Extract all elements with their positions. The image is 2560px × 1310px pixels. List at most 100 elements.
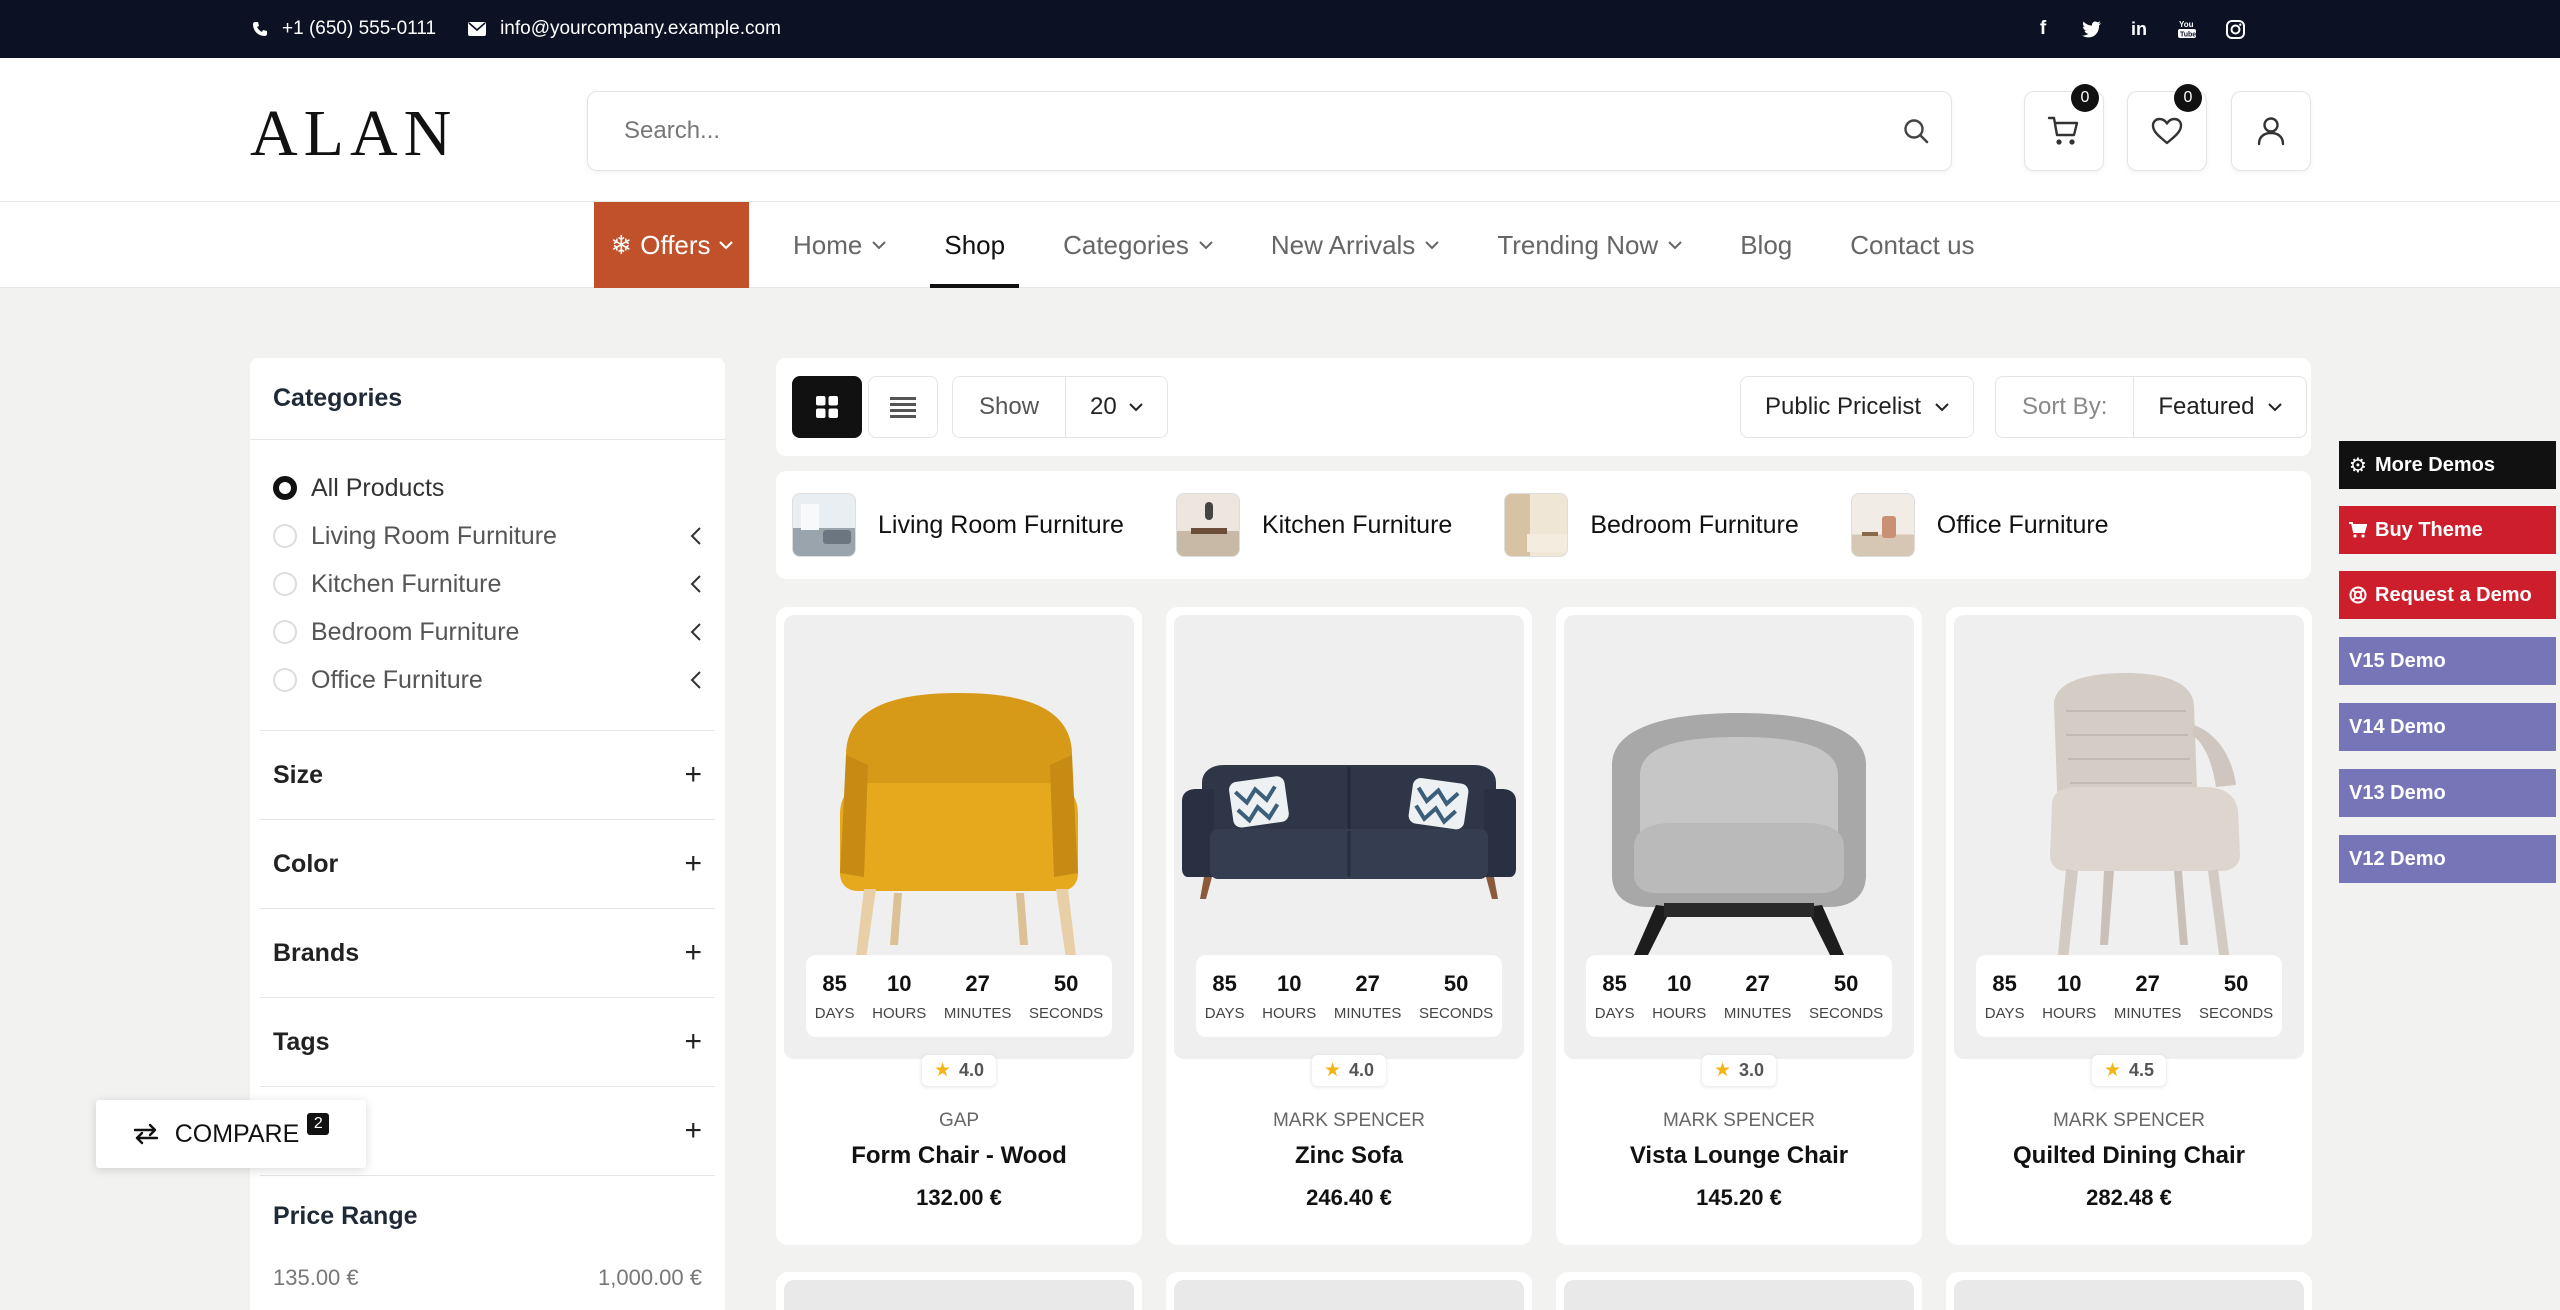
plus-icon[interactable]: + <box>684 1114 702 1148</box>
nav-item-categories[interactable]: Categories <box>1063 202 1213 288</box>
account-button[interactable] <box>2231 91 2311 171</box>
product-card[interactable]: 85 DAYS 10 HOURS 27 MINUTES 50 SECONDS ★ 4.5 … <box>1946 607 2312 1245</box>
star-icon: ★ <box>1713 1060 1732 1081</box>
chevron-left-icon[interactable] <box>690 526 702 546</box>
product-image[interactable] <box>784 1280 1134 1310</box>
facet-color[interactable]: Color + <box>260 819 715 908</box>
radio-button[interactable] <box>273 668 297 692</box>
nav-item-blog[interactable]: Blog <box>1740 202 1792 288</box>
category-chip-living-room[interactable]: Living Room Furniture <box>792 493 1124 557</box>
category-chip-bedroom[interactable]: Bedroom Furniture <box>1504 493 1799 557</box>
product-image[interactable]: 85 DAYS 10 HOURS 27 MINUTES 50 SECONDS <box>1174 615 1524 1059</box>
swap-icon <box>133 1123 158 1145</box>
plus-icon[interactable]: + <box>684 1025 702 1059</box>
site-logo[interactable]: ALAN <box>250 96 457 172</box>
v14-demo-button[interactable]: V14 Demo <box>2339 703 2556 751</box>
nav-item-new-arrivals[interactable]: New Arrivals <box>1271 202 1440 288</box>
v13-demo-button[interactable]: V13 Demo <box>2339 769 2556 817</box>
buy-theme-button[interactable]: Buy Theme <box>2339 506 2556 554</box>
compare-button[interactable]: COMPARE 2 <box>96 1100 366 1168</box>
product-card[interactable]: 85 DAYS 10 HOURS 27 MINUTES 50 SECONDS ★ 4.0 … <box>776 607 1142 1245</box>
radio-button[interactable] <box>273 524 297 548</box>
rating-value: 4.0 <box>959 1060 985 1080</box>
offers-menu[interactable]: ❄ Offers <box>594 202 749 288</box>
request-demo-button[interactable]: Request a Demo <box>2339 571 2556 619</box>
product-image[interactable]: 85 DAYS 10 HOURS 27 MINUTES 50 SECONDS <box>1564 615 1914 1059</box>
chevron-down-icon <box>1129 402 1143 411</box>
v12-demo-button[interactable]: V12 Demo <box>2339 835 2556 883</box>
search-input[interactable] <box>588 92 1881 170</box>
category-chip-kitchen[interactable]: Kitchen Furniture <box>1175 493 1452 557</box>
phone-item[interactable]: +1 (650) 555-0111 <box>252 18 436 40</box>
product-image[interactable] <box>1564 1280 1914 1310</box>
cart-button[interactable]: 0 <box>2024 84 2104 171</box>
category-item-living-room[interactable]: Living Room Furniture <box>273 512 702 560</box>
v15-demo-button[interactable]: V15 Demo <box>2339 637 2556 685</box>
grid-icon <box>816 396 838 418</box>
product-card[interactable] <box>1166 1272 1532 1310</box>
product-card[interactable] <box>1946 1272 2312 1310</box>
category-item-office[interactable]: Office Furniture <box>273 656 702 704</box>
show-per-page-select[interactable]: 20 <box>1066 393 1167 421</box>
plus-icon[interactable]: + <box>684 847 702 881</box>
more-demos-button[interactable]: ⚙ More Demos <box>2339 441 2556 489</box>
twitter-icon[interactable] <box>2078 16 2104 42</box>
product-image[interactable] <box>1174 1280 1524 1310</box>
list-view-button[interactable] <box>868 376 938 438</box>
product-image[interactable]: 85 DAYS 10 HOURS 27 MINUTES 50 SECONDS <box>784 615 1134 1059</box>
chevron-left-icon[interactable] <box>690 670 702 690</box>
nav-item-home[interactable]: Home <box>793 202 887 288</box>
product-card[interactable] <box>1556 1272 1922 1310</box>
main-nav: ❄ Offers Home Shop Categories New Arriva… <box>0 202 2560 288</box>
radio-button[interactable] <box>273 572 297 596</box>
plus-icon[interactable]: + <box>684 758 702 792</box>
grid-view-button[interactable] <box>792 376 862 438</box>
product-name[interactable]: Vista Lounge Chair <box>1556 1142 1922 1170</box>
product-name[interactable]: Form Chair - Wood <box>776 1142 1142 1170</box>
category-chip-office[interactable]: Office Furniture <box>1850 493 2109 557</box>
plus-icon[interactable]: + <box>684 936 702 970</box>
instagram-icon[interactable] <box>2222 16 2248 42</box>
lifebuoy-icon <box>2349 586 2367 604</box>
facet-tags[interactable]: Tags + <box>260 997 715 1086</box>
nav-item-trending-now[interactable]: Trending Now <box>1497 202 1682 288</box>
nav-links: Home Shop Categories New Arrivals Trendi… <box>793 202 1975 288</box>
product-card[interactable] <box>776 1272 1142 1310</box>
nav-item-shop[interactable]: Shop <box>930 202 1019 288</box>
sort-select[interactable]: Featured <box>2134 393 2306 421</box>
timer-hours: 10 HOURS <box>1652 971 1706 1022</box>
category-item-all-products[interactable]: All Products <box>273 464 702 512</box>
email-item[interactable]: info@yourcompany.example.com <box>468 18 781 40</box>
countdown-timer: 85 DAYS 10 HOURS 27 MINUTES 50 SECONDS <box>806 955 1112 1037</box>
category-item-kitchen[interactable]: Kitchen Furniture <box>273 560 702 608</box>
cart-count-badge: 0 <box>2071 84 2099 112</box>
facet-brands[interactable]: Brands + <box>260 908 715 997</box>
bedroom-thumbnail <box>1504 493 1569 557</box>
product-brand: MARK SPENCER <box>2052 1110 2206 1131</box>
pricelist-select[interactable]: Public Pricelist <box>1740 376 1975 438</box>
product-brand: MARK SPENCER <box>1662 1110 1816 1131</box>
radio-button[interactable] <box>273 476 297 500</box>
timer-value: 85 <box>1212 970 1237 996</box>
category-item-bedroom[interactable]: Bedroom Furniture <box>273 608 702 656</box>
linkedin-icon[interactable]: in <box>2126 16 2152 42</box>
demo-label: V13 Demo <box>2349 781 2446 804</box>
timer-minutes: 27 MINUTES <box>1334 971 1402 1022</box>
facebook-icon[interactable]: f <box>2030 16 2056 42</box>
chevron-left-icon[interactable] <box>690 574 702 594</box>
wishlist-button[interactable]: 0 <box>2127 84 2207 171</box>
youtube-icon[interactable]: You Tube <box>2174 16 2200 42</box>
product-card[interactable]: 85 DAYS 10 HOURS 27 MINUTES 50 SECONDS ★ 3.0 … <box>1556 607 1922 1245</box>
nav-item-label: Categories <box>1063 229 1189 260</box>
product-name[interactable]: Quilted Dining Chair <box>1946 1142 2312 1170</box>
product-image[interactable]: 85 DAYS 10 HOURS 27 MINUTES 50 SECONDS <box>1954 615 2304 1059</box>
chevron-left-icon[interactable] <box>690 622 702 642</box>
product-image[interactable] <box>1954 1280 2304 1310</box>
radio-button[interactable] <box>273 620 297 644</box>
search-icon[interactable] <box>1881 92 1951 170</box>
product-name[interactable]: Zinc Sofa <box>1166 1142 1532 1170</box>
product-card[interactable]: 85 DAYS 10 HOURS 27 MINUTES 50 SECONDS ★ 4.0 … <box>1166 607 1532 1245</box>
facet-size[interactable]: Size + <box>260 730 715 819</box>
email-address: info@yourcompany.example.com <box>500 18 781 39</box>
nav-item-contact-us[interactable]: Contact us <box>1850 202 1974 288</box>
